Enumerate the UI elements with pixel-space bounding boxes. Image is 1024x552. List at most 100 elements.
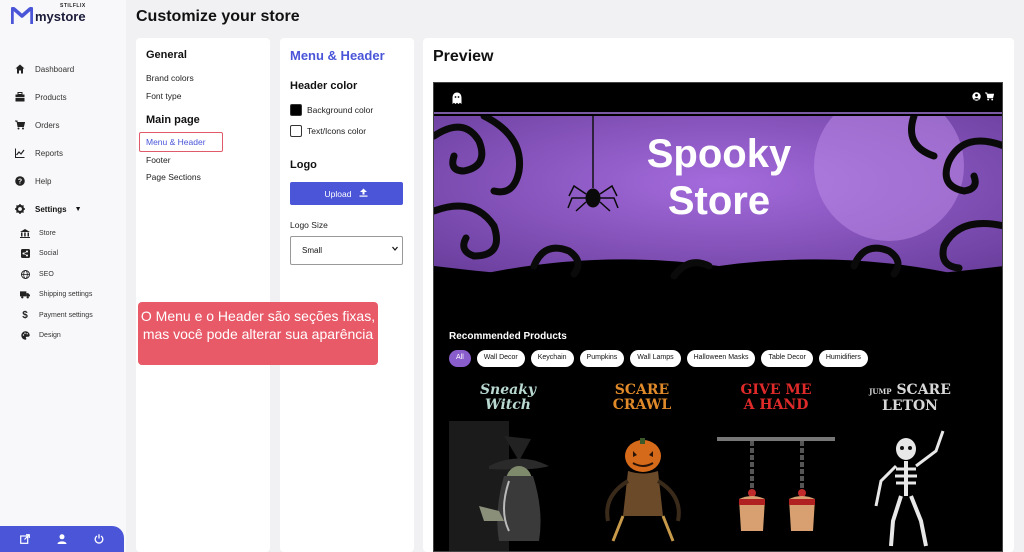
witch-image	[449, 421, 549, 551]
footer-link[interactable]: Footer	[146, 155, 171, 165]
page-title: Customize your store	[136, 8, 300, 25]
sidebar-item-dashboard[interactable]: Dashboard	[14, 55, 124, 83]
text-icons-color-swatch[interactable]	[290, 125, 302, 137]
settings-subnav: Store Social SEO Shipping settings $ Pay…	[20, 223, 124, 346]
banner-title: Spooky Store	[604, 131, 834, 225]
brand-logo[interactable]: STILFLIX mystore	[11, 4, 86, 25]
product-card[interactable]: SCARE CRAWL	[583, 381, 701, 551]
text-icons-color-label: Text/Icons color	[307, 126, 367, 136]
main-page-heading: Main page	[146, 114, 200, 126]
chart-icon	[14, 148, 25, 159]
sub-item-label: Social	[39, 250, 59, 258]
chip-wall-decor[interactable]: Wall Decor	[476, 350, 525, 367]
sidebar-item-settings[interactable]: Settings ▼	[14, 195, 124, 223]
chip-wall-lamps[interactable]: Wall Lamps	[630, 350, 681, 367]
sidebar-item-label: Help	[35, 176, 52, 186]
skeleton-image	[874, 430, 945, 547]
header-color-heading: Header color	[290, 80, 358, 92]
cart-icon	[14, 120, 25, 131]
account-icon[interactable]	[972, 92, 981, 103]
ghost-icon	[452, 92, 462, 104]
sidebar-item-shipping-settings[interactable]: Shipping settings	[20, 285, 124, 306]
sub-item-label: SEO	[39, 270, 54, 278]
logo-heading: Logo	[290, 159, 317, 171]
page-sections-link[interactable]: Page Sections	[146, 172, 201, 182]
dollar-icon: $	[22, 309, 28, 321]
category-chips: All Wall Decor Keychain Pumpkins Wall La…	[449, 350, 868, 367]
font-type-link[interactable]: Font type	[146, 91, 181, 101]
logo-size-select[interactable]: Small	[290, 236, 403, 265]
box-icon	[14, 92, 25, 103]
sidebar-item-payment-settings[interactable]: $ Payment settings	[20, 305, 124, 326]
sidebar-item-seo[interactable]: SEO	[20, 264, 124, 285]
sidebar-item-label: Reports	[35, 148, 64, 158]
sidebar-item-products[interactable]: Products	[14, 83, 124, 111]
logo-size-value: Small	[302, 246, 323, 255]
chevron-down-icon: ▼	[74, 205, 82, 213]
section-nav-panel: General Brand colors Font type Main page…	[136, 38, 270, 552]
external-link-icon[interactable]	[19, 533, 31, 545]
store-header-icons	[972, 92, 995, 103]
menu-header-panel: Menu & Header Header color Background co…	[280, 38, 414, 552]
preview-title: Preview	[433, 48, 494, 65]
sidebar-bottom-bar	[0, 526, 124, 552]
brand-name: mystore	[35, 9, 86, 24]
chip-table-decor[interactable]: Table Decor	[761, 350, 813, 367]
text-icons-color-option[interactable]: Text/Icons color	[290, 125, 366, 137]
banner-title-line-2: Store	[667, 179, 771, 223]
product-grid: Sneaky Witch SCARE CRAWL GIVE ME A HAND …	[449, 381, 994, 551]
home-icon	[14, 64, 25, 75]
menu-header-link[interactable]: Menu & Header	[139, 132, 223, 152]
logo-size-label: Logo Size	[290, 220, 328, 230]
upload-button[interactable]: Upload	[290, 182, 403, 205]
sidebar-item-label: Orders	[35, 120, 60, 130]
chip-pumpkins[interactable]: Pumpkins	[579, 350, 625, 367]
truck-icon	[20, 290, 30, 300]
sidebar-item-help[interactable]: ? Help	[14, 167, 124, 195]
globe-icon	[20, 269, 30, 279]
sidebar-item-social[interactable]: Social	[20, 244, 124, 265]
sub-item-label: Shipping settings	[39, 291, 93, 299]
chip-halloween-masks[interactable]: Halloween Masks	[686, 350, 756, 367]
sub-item-label: Design	[39, 332, 61, 340]
sub-item-label: Store	[39, 229, 56, 237]
background-color-label: Background color	[307, 105, 374, 115]
user-icon[interactable]	[56, 533, 68, 545]
sidebar-item-label: Dashboard	[35, 64, 75, 74]
sidebar-item-design[interactable]: Design	[20, 326, 124, 347]
store-icon	[20, 228, 30, 238]
general-heading: General	[146, 49, 187, 61]
background-color-option[interactable]: Background color	[290, 104, 373, 116]
gear-icon	[14, 204, 25, 215]
banner-title-line-1: Spooky	[646, 132, 792, 176]
product-card[interactable]: JUMP SCARE LETON	[851, 381, 969, 551]
upload-label: Upload	[324, 188, 352, 199]
store-header	[434, 83, 1002, 114]
brand-colors-link[interactable]: Brand colors	[146, 73, 194, 83]
sidebar-item-label: Settings	[35, 204, 67, 214]
sidebar-item-store[interactable]: Store	[20, 223, 124, 244]
power-icon[interactable]	[93, 533, 105, 545]
sidebar-item-reports[interactable]: Reports	[14, 139, 124, 167]
logo-mark-icon	[11, 7, 33, 24]
chip-keychain[interactable]: Keychain	[530, 350, 574, 367]
product-card[interactable]: GIVE ME A HAND	[717, 381, 835, 551]
preview-panel: Preview Spooky Store Recommended Product…	[423, 38, 1014, 552]
chevron-down-icon	[392, 246, 398, 253]
sidebar-item-orders[interactable]: Orders	[14, 111, 124, 139]
sidebar-item-label: Products	[35, 92, 67, 102]
cart-icon[interactable]	[985, 92, 995, 103]
help-icon: ?	[14, 176, 25, 187]
tooltip: O Menu e o Header são seções fixas, mas …	[138, 302, 378, 365]
hanging-hands-image	[717, 437, 835, 531]
background-color-swatch[interactable]	[290, 104, 302, 116]
product-card[interactable]: Sneaky Witch	[449, 381, 567, 551]
palette-icon	[20, 331, 30, 341]
share-icon	[20, 249, 30, 259]
recommended-products-title: Recommended Products	[449, 331, 567, 342]
chip-all[interactable]: All	[449, 350, 471, 367]
menu-header-title: Menu & Header	[290, 48, 385, 63]
chip-humidifiers[interactable]: Humidifiers	[818, 350, 868, 367]
sidebar: STILFLIX mystore Dashboard Products Orde…	[0, 0, 126, 552]
pumpkin-scarecrow-image	[605, 438, 681, 542]
